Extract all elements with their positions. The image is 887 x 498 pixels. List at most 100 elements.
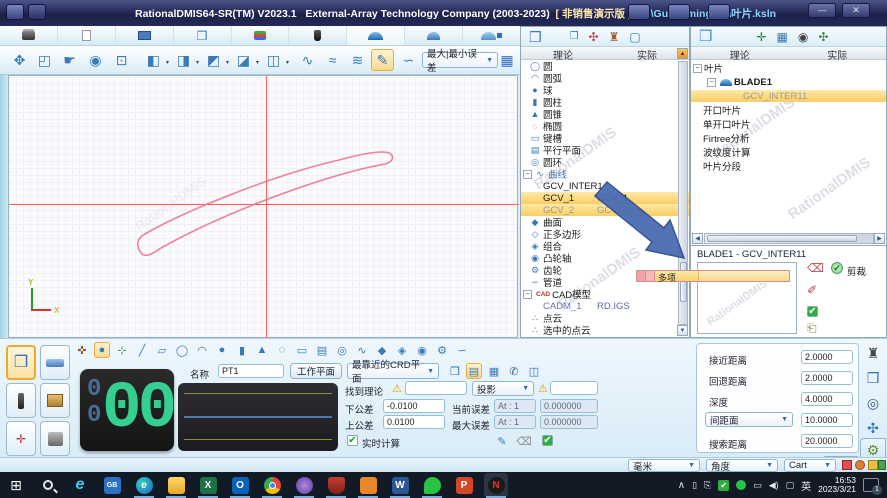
depth-input[interactable] xyxy=(801,392,853,406)
blade-module-icon[interactable]: ❒ xyxy=(699,31,712,43)
zoom-window-icon[interactable]: ◰ xyxy=(33,49,56,71)
taskbar-chrome[interactable] xyxy=(260,473,284,497)
start-button[interactable]: ⊞ xyxy=(4,473,28,497)
scroll-down-button[interactable]: ▼ xyxy=(677,325,688,336)
caliper-button[interactable] xyxy=(40,345,70,380)
hscroll-right-button[interactable]: ▶ xyxy=(874,233,885,244)
tab-table[interactable] xyxy=(116,26,174,45)
tree-item-open-blade[interactable]: 开口叶片 xyxy=(691,104,886,116)
probe-cube-icon[interactable]: ❒ xyxy=(860,366,886,391)
pplanes-feature-icon[interactable]: ▤ xyxy=(314,342,330,358)
gear-feature-icon[interactable]: ⚙ xyxy=(434,342,450,358)
view-side-caret[interactable]: ▾ xyxy=(226,59,229,66)
clip-checkbox[interactable]: ✔ xyxy=(831,262,843,274)
axis-feature-icon[interactable]: ⊹ xyxy=(114,342,130,358)
taskbar-planet-app[interactable] xyxy=(292,473,316,497)
tab-report[interactable] xyxy=(463,26,520,45)
collapse-icon[interactable]: − xyxy=(707,78,716,87)
taskbar-rationaldmis[interactable]: N xyxy=(484,473,508,497)
curve-feature-icon[interactable]: ∿ xyxy=(354,342,370,358)
graphics-viewport[interactable]: RationalDMIS Y X xyxy=(8,75,518,338)
machine-tool-icon[interactable]: ♜ xyxy=(860,341,886,366)
taskbar-gb-app[interactable]: GB xyxy=(100,473,124,497)
status-ok-icon[interactable] xyxy=(878,460,886,470)
torus-feature-icon[interactable]: ◎ xyxy=(334,342,350,358)
spacing-dropdown[interactable]: 间距面▼ xyxy=(705,412,793,427)
segment-cell-multi[interactable]: 多项 xyxy=(655,271,699,281)
eraser-small-icon[interactable]: ⌫ xyxy=(516,433,532,449)
taskbar-edge[interactable]: e xyxy=(132,473,156,497)
approach-input[interactable] xyxy=(801,350,853,364)
segment-cell-value[interactable] xyxy=(699,271,789,281)
probe-call-icon[interactable]: ✆ xyxy=(506,363,522,379)
col-theory[interactable]: 理论 xyxy=(521,47,605,59)
xyz-axes-icon[interactable]: ✛ xyxy=(756,31,766,43)
cam-feature-icon[interactable]: ◉ xyxy=(414,342,430,358)
tree-item-single-open-blade[interactable]: 单开口叶片 xyxy=(691,118,886,130)
tray-volume-icon[interactable]: ◀) xyxy=(769,480,779,491)
units-dropdown[interactable]: 毫米▼ xyxy=(628,459,700,472)
tab-model[interactable]: ❒ xyxy=(174,26,232,45)
camera-icon[interactable]: ◉ xyxy=(798,31,808,43)
slot-feature-icon[interactable]: ▭ xyxy=(294,342,310,358)
minimize-button[interactable]: — xyxy=(808,3,836,18)
notification-icon[interactable]: 1 xyxy=(863,478,879,492)
line-feature-icon[interactable]: ╱ xyxy=(134,342,150,358)
spacing-input[interactable] xyxy=(801,413,853,427)
taskbar-doc-finder[interactable] xyxy=(356,473,380,497)
tab-colors[interactable] xyxy=(232,26,290,45)
taskbar-wechat[interactable] xyxy=(420,473,444,497)
projection-value-input[interactable] xyxy=(550,381,598,395)
tree-item-firtree[interactable]: Firtree分析 xyxy=(691,132,886,144)
sphere-feature-icon[interactable]: ● xyxy=(214,342,230,358)
eraser-icon[interactable]: ⌫ xyxy=(807,262,824,274)
taskbar-excel[interactable]: X xyxy=(196,473,220,497)
point-feature-icon[interactable]: ● xyxy=(94,342,110,358)
connect-icon[interactable] xyxy=(628,4,650,20)
app-icon[interactable] xyxy=(6,4,24,20)
probe-green-icon[interactable]: ✣ xyxy=(818,31,828,43)
tray-network-icon[interactable]: ▢ xyxy=(786,480,795,491)
name-input[interactable] xyxy=(218,364,284,378)
tree-item-cad-group[interactable]: −CADCAD模型 xyxy=(521,288,689,300)
tree-item-blade1[interactable]: −BLADE1 xyxy=(691,76,886,88)
projection-dropdown[interactable]: 投影▼ xyxy=(472,381,534,396)
search-button[interactable] xyxy=(36,473,60,497)
import-icon[interactable] xyxy=(708,4,730,20)
tree-item-gcv-inter11[interactable]: GCV_INTER11 xyxy=(691,90,886,102)
taskbar-clock[interactable]: 16:532023/3/21 xyxy=(818,476,856,495)
cylinder-feature-icon[interactable]: ▮ xyxy=(234,342,250,358)
tree-item-waviness[interactable]: 波纹度计算 xyxy=(691,146,886,158)
taskbar-security-app[interactable] xyxy=(324,473,348,497)
horizontal-scrollbar[interactable] xyxy=(704,233,874,244)
tab-document[interactable] xyxy=(58,26,116,45)
probe-mode-button[interactable]: ❒ xyxy=(6,345,36,380)
chart-toggle-icon[interactable]: ▤ xyxy=(466,363,482,379)
scroll-up-button[interactable]: ▲ xyxy=(677,48,688,59)
curve-eval-icon[interactable]: ∽ xyxy=(397,49,420,71)
hand-drag-icon[interactable]: ☛ xyxy=(58,49,81,71)
lower-tol-input[interactable] xyxy=(383,399,445,413)
nearest-plane-dropdown[interactable]: 最靠近的CRD平面▼ xyxy=(347,363,439,379)
quick-menu-icon[interactable] xyxy=(28,4,46,20)
collapse-icon[interactable]: − xyxy=(693,64,702,73)
edit-icon[interactable]: ✎ xyxy=(494,433,510,449)
ellipse-feature-icon[interactable]: ◌ xyxy=(274,342,290,358)
taskbar-ie[interactable]: e xyxy=(68,473,92,497)
grid-view-icon[interactable]: ▦ xyxy=(777,31,788,43)
cone-feature-icon[interactable]: ▲ xyxy=(254,342,270,358)
whisker-tool-icon[interactable]: ≋ xyxy=(346,49,369,71)
confirm-check-icon[interactable]: ✔ xyxy=(807,306,818,317)
probe-config-button[interactable] xyxy=(6,383,36,418)
segment-cell-pink1[interactable] xyxy=(637,271,646,281)
inspect-magnify-icon[interactable]: ◎ xyxy=(860,391,886,416)
close-button[interactable]: ✕ xyxy=(842,3,870,18)
grid-badge-icon[interactable]: ▦ xyxy=(498,49,516,71)
tree-item-curve-group[interactable]: −∿曲线 xyxy=(521,168,689,180)
tray-keyboard-icon[interactable]: ▭ xyxy=(753,480,762,491)
tray-battery-icon[interactable]: ▯ xyxy=(692,480,697,491)
exit-door-icon[interactable]: ⎗ xyxy=(807,322,817,334)
view-rotate-icon[interactable]: ◫ xyxy=(262,49,285,71)
tab-measure-active[interactable] xyxy=(347,26,405,45)
machine-button[interactable] xyxy=(40,421,70,456)
